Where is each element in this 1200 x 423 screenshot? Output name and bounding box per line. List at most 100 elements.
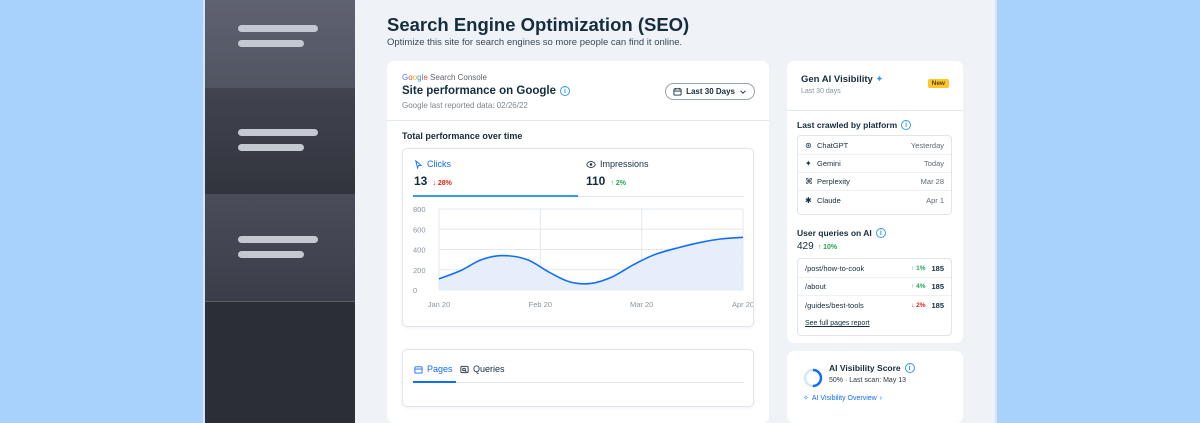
info-icon[interactable]: i — [901, 120, 912, 130]
new-badge: New — [927, 79, 949, 88]
query-value: 185 — [931, 264, 944, 273]
sparkle-icon: ✦ — [875, 74, 884, 85]
platform-row: ✦ Gemini Today — [798, 155, 951, 173]
metric-clicks[interactable]: Clicks 13 ↓ 28% — [414, 159, 452, 188]
sidebar-item-3[interactable] — [205, 194, 355, 302]
metric-delta: ↑ 2% — [610, 180, 626, 187]
gen-ai-subtitle: Last 30 days — [801, 88, 841, 95]
tab-pages[interactable]: Pages — [414, 364, 453, 374]
query-row[interactable]: /about ↑ 4% 185 — [798, 278, 951, 296]
y-tick-label: 400 — [413, 246, 426, 255]
claude-icon: ✱ — [805, 195, 812, 205]
cursor-icon — [415, 159, 423, 169]
query-value: 185 — [931, 282, 944, 291]
platform-row: ⌘ Perplexity Mar 28 — [798, 173, 951, 191]
ai-visibility-score-card: AI Visibility Score i 50% · Last scan: M… — [787, 351, 963, 423]
user-queries-label: User queries on AI — [797, 228, 872, 238]
info-icon[interactable]: i — [904, 363, 915, 373]
metric-label: Impressions — [600, 159, 649, 169]
tab-queries[interactable]: Queries — [460, 364, 505, 374]
metric-impressions[interactable]: Impressions 110 ↑ 2% — [586, 159, 649, 188]
date-range-dropdown[interactable]: Last 30 Days — [665, 83, 755, 100]
last-scan: Last scan: May 13 — [849, 377, 907, 384]
metric-active-indicator — [413, 195, 578, 197]
page-subtitle: Optimize this site for search engines so… — [387, 37, 683, 48]
page-title: Search Engine Optimization (SEO) — [387, 14, 690, 35]
see-full-pages-link[interactable]: See full pages report — [805, 320, 870, 327]
last-crawled-title: Last crawled by platform i — [797, 120, 912, 130]
tab-label: Queries — [473, 364, 505, 374]
y-tick-label: 200 — [413, 266, 426, 275]
tabs-baseline — [413, 382, 744, 383]
metric-value: 13 — [414, 174, 428, 188]
x-tick-label: Apr 20 — [732, 300, 753, 309]
gen-ai-panel: Gen AI Visibility ✦ Last 30 days New Las… — [787, 61, 963, 423]
sidebar-placeholder-line — [238, 25, 318, 32]
performance-chart-card: Clicks 13 ↓ 28% Impressions 110 ↑ 2% 800… — [402, 148, 754, 327]
y-tick-label: 800 — [413, 205, 426, 214]
user-queries-delta: ↑ 10% — [817, 244, 838, 251]
calendar-icon — [673, 87, 682, 96]
tab-label: Pages — [427, 364, 453, 374]
queries-icon — [460, 365, 469, 373]
ai-visibility-score-label: AI Visibility Score — [829, 363, 901, 373]
x-tick-label: Jan 20 — [428, 300, 451, 309]
query-delta: ↑ 4% — [911, 283, 926, 290]
info-icon[interactable]: i — [875, 228, 886, 238]
total-performance-title: Total performance over time — [402, 131, 523, 141]
user-queries-value: 429 — [797, 241, 814, 252]
sidebar-placeholder-line — [238, 144, 304, 151]
sidebar-placeholder-line — [238, 236, 318, 243]
x-tick-label: Mar 20 — [630, 300, 653, 309]
query-list: /post/how-to-cook ↑ 1% 185 /about ↑ 4% 1… — [797, 258, 952, 336]
divider — [387, 120, 769, 121]
chevron-right-icon: › — [879, 394, 883, 402]
x-tick-label: Feb 20 — [529, 300, 552, 309]
overview-link-label: AI Visibility Overview — [811, 394, 877, 402]
query-path: /about — [805, 282, 826, 291]
metric-label: Clicks — [427, 159, 451, 169]
sidebar-item-1[interactable] — [205, 0, 355, 88]
eye-icon — [586, 160, 596, 168]
gemini-icon: ✦ — [805, 159, 812, 168]
metric-delta: ↓ 28% — [432, 180, 452, 187]
pages-icon — [414, 365, 423, 374]
y-tick-label: 0 — [413, 286, 417, 295]
platform-name: Claude — [817, 195, 841, 205]
site-performance-title: Site performance on Google i — [402, 85, 570, 97]
series-area — [439, 237, 743, 290]
sidebar-placeholder-line — [238, 40, 304, 47]
performance-card: Google Search Console Site performance o… — [387, 61, 769, 423]
platform-name: Gemini — [817, 159, 841, 168]
info-icon[interactable]: i — [560, 86, 570, 96]
sidebar-item-2[interactable] — [205, 88, 355, 194]
gen-ai-title: Gen AI Visibility ✦ — [801, 74, 884, 85]
performance-chart: 800 600 400 200 0 Jan 20 Feb 20 Mar 20 Apr 20 — [413, 205, 753, 309]
sidebar-placeholder-line — [238, 251, 304, 258]
ai-visibility-overview-link[interactable]: ✧ AI Visibility Overview › — [803, 394, 883, 403]
query-delta: ↑ 1% — [911, 265, 926, 272]
platform-row: ✱ Claude Apr 1 — [798, 191, 951, 209]
ai-visibility-score-title: AI Visibility Score i — [829, 363, 915, 373]
sidebar-item-4[interactable] — [205, 302, 355, 423]
sparkle-icon: ✧ — [803, 395, 809, 402]
pages-queries-card: Pages Queries — [402, 349, 754, 407]
score-details: 50% · Last scan: May 13 — [829, 377, 907, 384]
gen-ai-header: Gen AI Visibility ✦ Last 30 days New — [787, 61, 963, 110]
query-delta: ↓ 2% — [911, 301, 926, 309]
gen-ai-body: Last crawled by platform i ⊛ ChatGPT Yes… — [787, 110, 963, 343]
query-row[interactable]: /post/how-to-cook ↑ 1% 185 — [798, 260, 951, 278]
chatgpt-icon: ⊛ — [805, 141, 812, 150]
score-ring — [803, 368, 823, 388]
platform-list: ⊛ ChatGPT Yesterday ✦ Gemini Today ⌘ Per… — [797, 135, 952, 215]
chevron-down-icon — [740, 89, 746, 94]
sidebar-placeholder-line — [238, 129, 318, 136]
platform-date: Mar 28 — [920, 177, 944, 186]
last-reported-date: Google last reported data: 02/26/22 — [402, 101, 528, 110]
score-percent: 50% — [829, 377, 844, 384]
platform-name: Perplexity — [817, 177, 850, 186]
platform-date: Yesterday — [910, 141, 944, 150]
platform-row: ⊛ ChatGPT Yesterday — [798, 137, 951, 155]
last-crawled-label: Last crawled by platform — [797, 120, 898, 130]
query-row[interactable]: /guides/best-tools ↓ 2% 185 — [798, 296, 951, 314]
